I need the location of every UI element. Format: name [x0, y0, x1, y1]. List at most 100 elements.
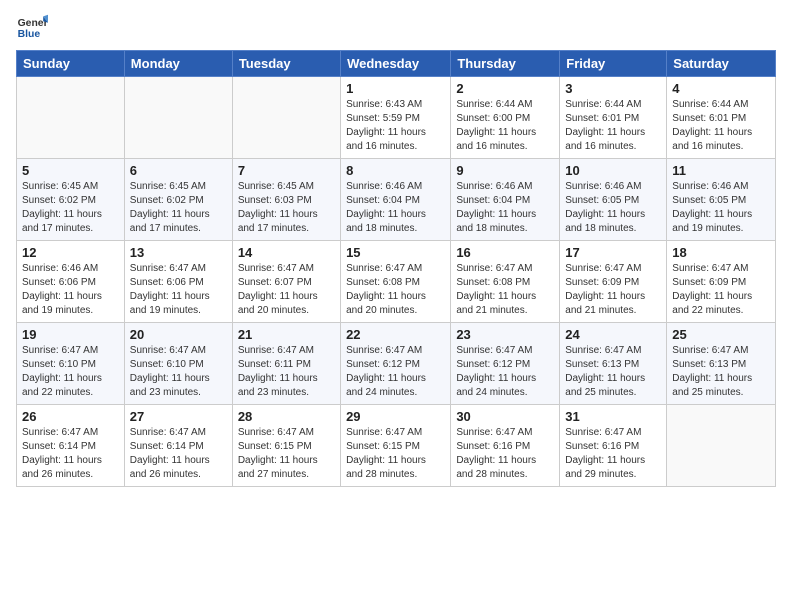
weekday-header-tuesday: Tuesday	[232, 51, 340, 77]
day-cell: 10 Sunrise: 6:46 AMSunset: 6:05 PMDayligh…	[560, 159, 667, 241]
day-cell: 9 Sunrise: 6:46 AMSunset: 6:04 PMDaylight…	[451, 159, 560, 241]
week-row-0: 1 Sunrise: 6:43 AMSunset: 5:59 PMDaylight…	[17, 77, 776, 159]
day-cell: 26 Sunrise: 6:47 AMSunset: 6:14 PMDayligh…	[17, 405, 125, 487]
day-cell	[667, 405, 776, 487]
day-info: Sunrise: 6:47 AMSunset: 6:07 PMDaylight:…	[238, 262, 335, 318]
day-number: 3	[565, 81, 661, 96]
day-info: Sunrise: 6:47 AMSunset: 6:08 PMDaylight:…	[456, 262, 554, 318]
day-info: Sunrise: 6:47 AMSunset: 6:11 PMDaylight:…	[238, 344, 335, 400]
day-info: Sunrise: 6:47 AMSunset: 6:15 PMDaylight:…	[346, 426, 445, 482]
day-info: Sunrise: 6:47 AMSunset: 6:08 PMDaylight:…	[346, 262, 445, 318]
svg-text:Blue: Blue	[18, 29, 41, 40]
day-info: Sunrise: 6:44 AMSunset: 6:01 PMDaylight:…	[672, 98, 770, 154]
day-number: 15	[346, 245, 445, 260]
header: General Blue	[16, 10, 776, 42]
day-info: Sunrise: 6:47 AMSunset: 6:09 PMDaylight:…	[565, 262, 661, 318]
day-info: Sunrise: 6:47 AMSunset: 6:13 PMDaylight:…	[565, 344, 661, 400]
day-number: 14	[238, 245, 335, 260]
day-info: Sunrise: 6:45 AMSunset: 6:02 PMDaylight:…	[130, 180, 227, 236]
day-cell: 16Sunrise: 6:47 AMSunset: 6:08 PMDayligh…	[451, 241, 560, 323]
day-info: Sunrise: 6:47 AMSunset: 6:12 PMDaylight:…	[456, 344, 554, 400]
day-number: 8	[346, 163, 445, 178]
logo: General Blue	[16, 10, 50, 42]
day-info: Sunrise: 6:46 AMSunset: 6:04 PMDaylight:…	[456, 180, 554, 236]
day-number: 9	[456, 163, 554, 178]
day-info: Sunrise: 6:43 AMSunset: 5:59 PMDaylight:…	[346, 98, 445, 154]
day-number: 26	[22, 409, 119, 424]
day-info: Sunrise: 6:47 AMSunset: 6:15 PMDaylight:…	[238, 426, 335, 482]
day-cell: 15 Sunrise: 6:47 AMSunset: 6:08 PMDayligh…	[341, 241, 451, 323]
week-row-4: 26 Sunrise: 6:47 AMSunset: 6:14 PMDayligh…	[17, 405, 776, 487]
weekday-header-monday: Monday	[124, 51, 232, 77]
day-info: Sunrise: 6:47 AMSunset: 6:09 PMDaylight:…	[672, 262, 770, 318]
week-row-2: 12 Sunrise: 6:46 AMSunset: 6:06 PMDayligh…	[17, 241, 776, 323]
day-number: 17	[565, 245, 661, 260]
day-cell: 14 Sunrise: 6:47 AMSunset: 6:07 PMDayligh…	[232, 241, 340, 323]
day-number: 24	[565, 327, 661, 342]
day-cell: 7 Sunrise: 6:45 AMSunset: 6:03 PMDaylight…	[232, 159, 340, 241]
day-info: Sunrise: 6:47 AMSunset: 6:06 PMDaylight:…	[130, 262, 227, 318]
day-info: Sunrise: 6:47 AMSunset: 6:16 PMDaylight:…	[456, 426, 554, 482]
day-number: 22	[346, 327, 445, 342]
day-cell: 22Sunrise: 6:47 AMSunset: 6:12 PMDayligh…	[341, 323, 451, 405]
day-cell: 31 Sunrise: 6:47 AMSunset: 6:16 PMDayligh…	[560, 405, 667, 487]
day-number: 31	[565, 409, 661, 424]
day-number: 29	[346, 409, 445, 424]
day-cell: 29 Sunrise: 6:47 AMSunset: 6:15 PMDayligh…	[341, 405, 451, 487]
day-info: Sunrise: 6:46 AMSunset: 6:05 PMDaylight:…	[672, 180, 770, 236]
day-info: Sunrise: 6:44 AMSunset: 6:01 PMDaylight:…	[565, 98, 661, 154]
day-info: Sunrise: 6:46 AMSunset: 6:06 PMDaylight:…	[22, 262, 119, 318]
weekday-header-thursday: Thursday	[451, 51, 560, 77]
day-cell	[17, 77, 125, 159]
day-number: 25	[672, 327, 770, 342]
day-info: Sunrise: 6:45 AMSunset: 6:02 PMDaylight:…	[22, 180, 119, 236]
day-cell: 4 Sunrise: 6:44 AMSunset: 6:01 PMDaylight…	[667, 77, 776, 159]
page: General Blue SundayMondayTuesdayWednesda…	[0, 0, 792, 497]
day-cell: 5Sunrise: 6:45 AMSunset: 6:02 PMDaylight…	[17, 159, 125, 241]
day-cell: 21 Sunrise: 6:47 AMSunset: 6:11 PMDayligh…	[232, 323, 340, 405]
day-info: Sunrise: 6:47 AMSunset: 6:13 PMDaylight:…	[672, 344, 770, 400]
day-number: 12	[22, 245, 119, 260]
day-cell: 20Sunrise: 6:47 AMSunset: 6:10 PMDayligh…	[124, 323, 232, 405]
weekday-header-row: SundayMondayTuesdayWednesdayThursdayFrid…	[17, 51, 776, 77]
logo-icon: General Blue	[16, 10, 48, 42]
day-info: Sunrise: 6:47 AMSunset: 6:10 PMDaylight:…	[22, 344, 119, 400]
day-cell: 6 Sunrise: 6:45 AMSunset: 6:02 PMDaylight…	[124, 159, 232, 241]
day-cell: 12 Sunrise: 6:46 AMSunset: 6:06 PMDayligh…	[17, 241, 125, 323]
day-cell: 27Sunrise: 6:47 AMSunset: 6:14 PMDayligh…	[124, 405, 232, 487]
day-info: Sunrise: 6:46 AMSunset: 6:05 PMDaylight:…	[565, 180, 661, 236]
day-number: 7	[238, 163, 335, 178]
day-number: 19	[22, 327, 119, 342]
day-cell: 13Sunrise: 6:47 AMSunset: 6:06 PMDayligh…	[124, 241, 232, 323]
day-number: 4	[672, 81, 770, 96]
day-cell	[232, 77, 340, 159]
day-number: 28	[238, 409, 335, 424]
day-info: Sunrise: 6:47 AMSunset: 6:16 PMDaylight:…	[565, 426, 661, 482]
day-info: Sunrise: 6:44 AMSunset: 6:00 PMDaylight:…	[456, 98, 554, 154]
day-cell: 24 Sunrise: 6:47 AMSunset: 6:13 PMDayligh…	[560, 323, 667, 405]
week-row-1: 5Sunrise: 6:45 AMSunset: 6:02 PMDaylight…	[17, 159, 776, 241]
day-number: 6	[130, 163, 227, 178]
day-info: Sunrise: 6:46 AMSunset: 6:04 PMDaylight:…	[346, 180, 445, 236]
day-number: 2	[456, 81, 554, 96]
day-info: Sunrise: 6:47 AMSunset: 6:10 PMDaylight:…	[130, 344, 227, 400]
day-number: 18	[672, 245, 770, 260]
day-info: Sunrise: 6:45 AMSunset: 6:03 PMDaylight:…	[238, 180, 335, 236]
day-cell: 3 Sunrise: 6:44 AMSunset: 6:01 PMDaylight…	[560, 77, 667, 159]
day-cell: 8 Sunrise: 6:46 AMSunset: 6:04 PMDaylight…	[341, 159, 451, 241]
day-cell: 30Sunrise: 6:47 AMSunset: 6:16 PMDayligh…	[451, 405, 560, 487]
day-number: 11	[672, 163, 770, 178]
day-number: 1	[346, 81, 445, 96]
week-row-3: 19 Sunrise: 6:47 AMSunset: 6:10 PMDayligh…	[17, 323, 776, 405]
day-cell: 17 Sunrise: 6:47 AMSunset: 6:09 PMDayligh…	[560, 241, 667, 323]
day-cell	[124, 77, 232, 159]
day-number: 21	[238, 327, 335, 342]
day-number: 23	[456, 327, 554, 342]
weekday-header-friday: Friday	[560, 51, 667, 77]
day-info: Sunrise: 6:47 AMSunset: 6:14 PMDaylight:…	[22, 426, 119, 482]
day-cell: 25 Sunrise: 6:47 AMSunset: 6:13 PMDayligh…	[667, 323, 776, 405]
day-number: 10	[565, 163, 661, 178]
calendar-table: SundayMondayTuesdayWednesdayThursdayFrid…	[16, 50, 776, 487]
day-number: 27	[130, 409, 227, 424]
day-cell: 28 Sunrise: 6:47 AMSunset: 6:15 PMDayligh…	[232, 405, 340, 487]
